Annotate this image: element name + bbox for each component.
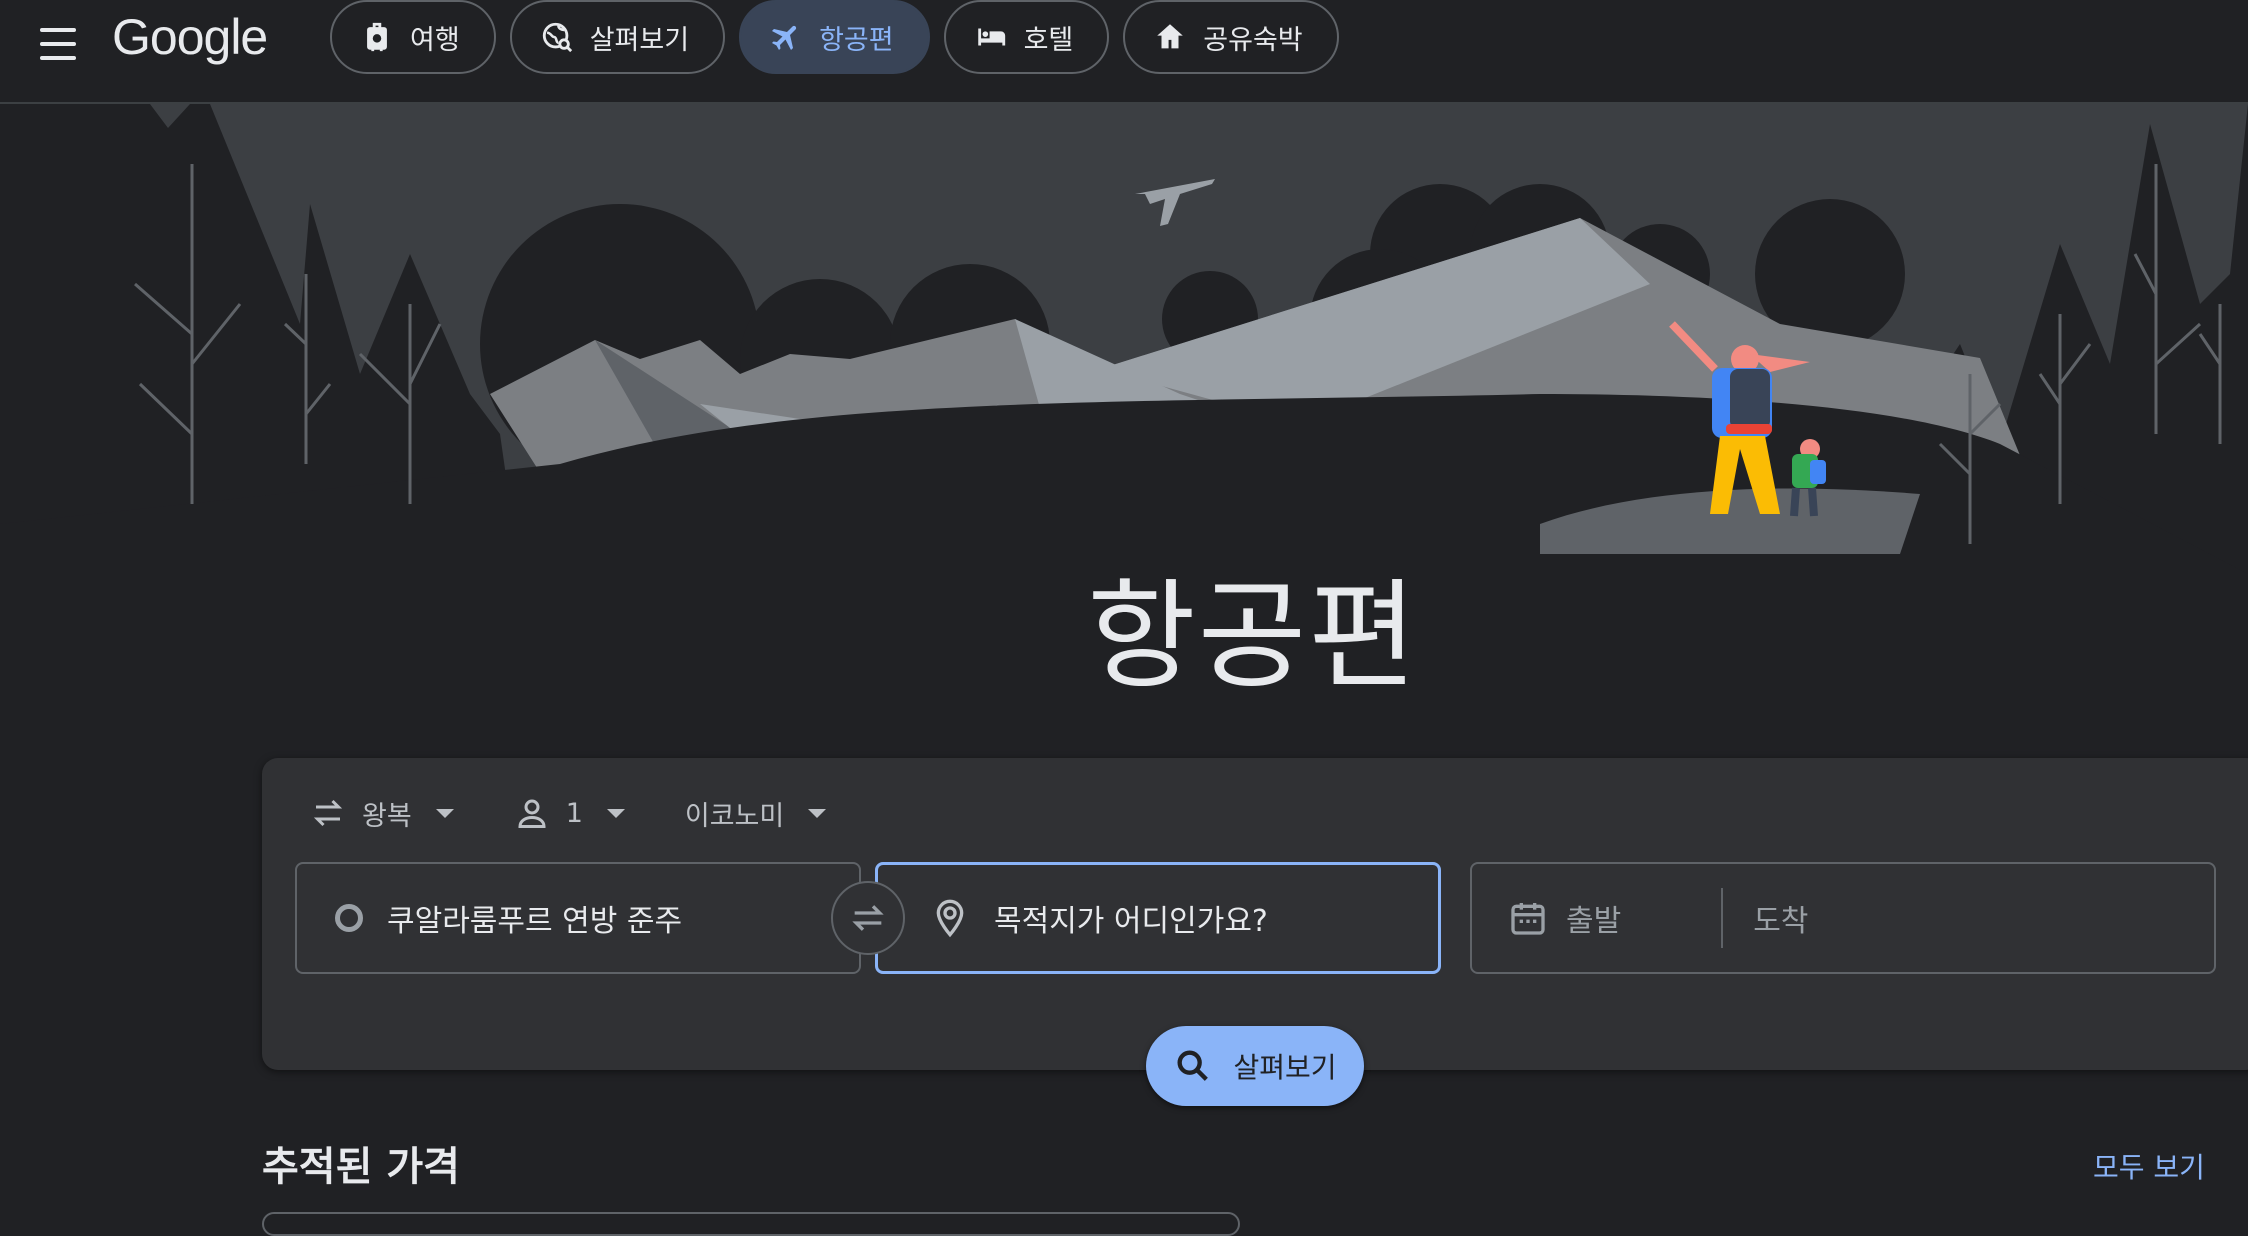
- search-icon: [1177, 1050, 1209, 1081]
- tab-travel-label: 여행: [410, 24, 460, 56]
- tab-explore[interactable]: 살펴보기: [509, 0, 726, 74]
- swap-arrows-icon: [313, 799, 343, 827]
- tab-hotels-label: 호텔: [1023, 24, 1074, 56]
- departure-date-placeholder[interactable]: 출발: [1566, 896, 1621, 940]
- menu-icon: [40, 28, 76, 32]
- google-logo[interactable]: Google: [112, 8, 268, 66]
- passenger-count-select[interactable]: 1: [514, 788, 625, 838]
- see-all-link[interactable]: 모두 보기: [2093, 1146, 2205, 1186]
- origin-input[interactable]: 쿠알라룸푸르 연방 준주: [295, 862, 861, 974]
- tab-flights[interactable]: 항공편: [739, 0, 930, 74]
- search-button-label: 살펴보기: [1233, 1051, 1337, 1084]
- main-menu-button[interactable]: [30, 16, 86, 72]
- chevron-down-icon: [606, 808, 625, 818]
- bed-icon: [977, 28, 1005, 46]
- calendar-icon: [1511, 903, 1545, 935]
- tab-travel[interactable]: 여행: [330, 0, 496, 74]
- tab-flights-label: 항공편: [819, 24, 894, 56]
- travel-nav-tabs: 여행 살펴보기 항공편 호텔 공유숙박: [330, 0, 1339, 78]
- return-date-placeholder[interactable]: 도착: [1753, 896, 1808, 940]
- cabin-class-select[interactable]: 이코노미: [684, 788, 827, 838]
- passenger-count-value: 1: [565, 797, 583, 829]
- hero-illustration: [0, 104, 2248, 574]
- explore-search-button[interactable]: 살펴보기: [1146, 1026, 1364, 1106]
- house-icon: [1157, 24, 1184, 49]
- tracked-price-card[interactable]: [262, 1212, 1240, 1236]
- airplane-icon: [772, 25, 797, 51]
- person-icon: [518, 799, 546, 828]
- destination-input[interactable]: 목적지가 어디인가요?: [875, 862, 1441, 974]
- trip-type-value: 왕복: [362, 800, 412, 832]
- tab-hotels[interactable]: 호텔: [943, 0, 1110, 74]
- location-pin-icon: [936, 899, 964, 938]
- chevron-down-icon: [435, 808, 454, 818]
- top-app-bar: Google 여행 살펴보기 항공편 호텔 공유숙박: [0, 0, 2248, 104]
- date-divider: [1721, 888, 1724, 948]
- destination-placeholder: 목적지가 어디인가요?: [994, 904, 1268, 939]
- date-range-input[interactable]: 출발 도착: [1470, 862, 2216, 974]
- search-options-row: 왕복 1 이코노미: [310, 788, 827, 838]
- cabin-class-value: 이코노미: [684, 800, 785, 832]
- origin-value: 쿠알라룸푸르 연방 준주: [387, 904, 683, 939]
- tab-vacation-rentals[interactable]: 공유숙박: [1123, 0, 1339, 74]
- tab-vacation-rentals-label: 공유숙박: [1203, 24, 1303, 56]
- page-title: 항공편: [1087, 567, 1419, 705]
- explore-globe-icon: [542, 22, 572, 53]
- swap-origin-destination-button[interactable]: [831, 881, 905, 955]
- chevron-down-icon: [808, 808, 827, 818]
- tracked-prices-heading: 추적된 가격: [262, 1144, 460, 1190]
- tab-explore-label: 살펴보기: [589, 24, 690, 56]
- trip-type-select[interactable]: 왕복: [310, 788, 454, 838]
- swap-horizontal-icon: [852, 905, 884, 931]
- luggage-icon: [367, 22, 387, 52]
- flight-search-card: 왕복 1 이코노미 쿠알라룸푸르 연방 준주 목적지가 어디인가요? 출발 도착…: [262, 758, 2248, 1106]
- origin-circle-icon: [335, 904, 363, 932]
